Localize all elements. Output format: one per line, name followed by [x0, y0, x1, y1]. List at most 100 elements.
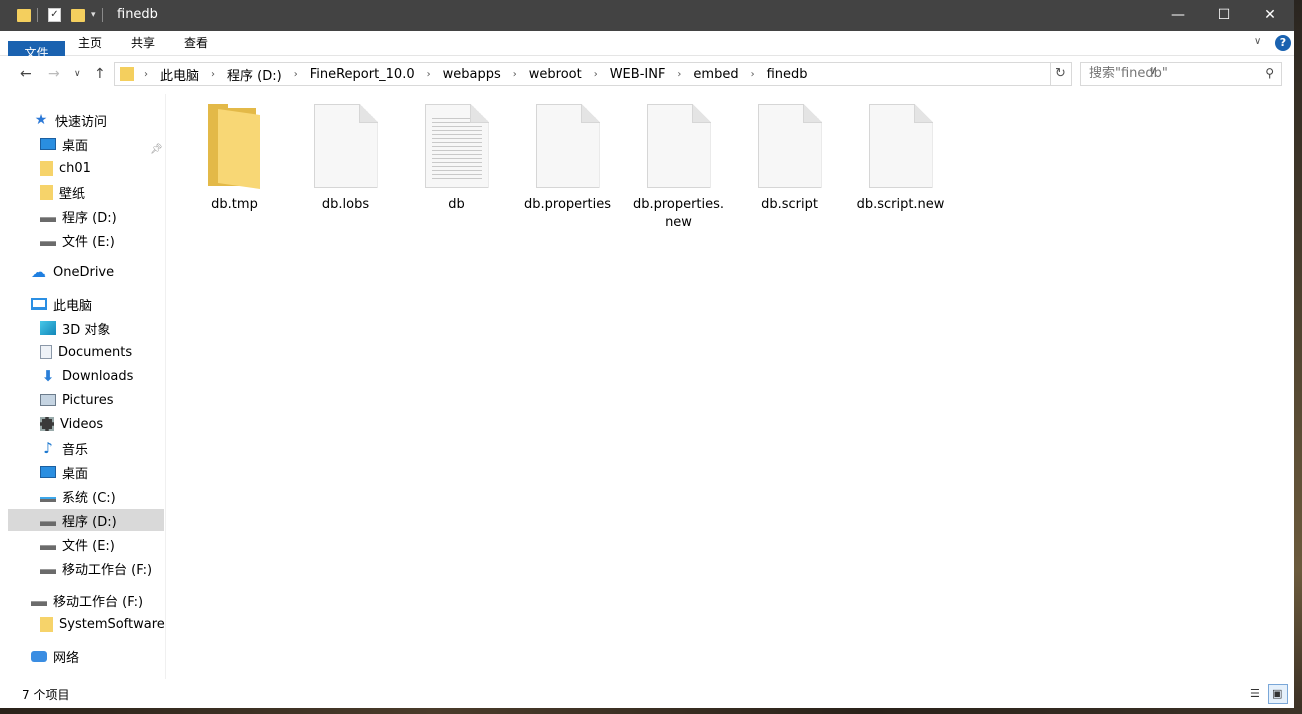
chevron-right-icon[interactable]: › — [144, 69, 148, 80]
sidebar-item-3d-objects[interactable]: 3D 对象 — [40, 317, 110, 339]
forward-icon[interactable]: → — [48, 66, 60, 82]
sidebar-item-removable-drive[interactable]: 移动工作台 (F:) — [31, 589, 143, 611]
large-icons-view-icon: ▣ — [1272, 687, 1283, 700]
address-bar[interactable]: › 此电脑 › 程序 (D:) › FineReport_10.0 › weba… — [114, 62, 1156, 86]
back-icon[interactable]: ← — [20, 66, 32, 82]
breadcrumb-item[interactable]: 此电脑 — [160, 65, 199, 84]
breadcrumb-item[interactable]: FineReport_10.0 — [310, 67, 415, 82]
chevron-right-icon[interactable]: › — [594, 69, 598, 80]
computer-icon — [31, 298, 47, 310]
new-folder-icon[interactable] — [71, 8, 85, 22]
sidebar-item-label: Pictures — [62, 392, 114, 408]
sidebar-item-systemsoftware[interactable]: SystemSoftware — [40, 613, 165, 635]
sidebar-item-label: ch01 — [59, 160, 91, 176]
chevron-right-icon[interactable]: › — [513, 69, 517, 80]
file-item[interactable]: db — [401, 104, 512, 214]
tab-view[interactable]: 查看 — [176, 31, 216, 56]
sidebar-item-label: SystemSoftware — [59, 616, 165, 632]
chevron-right-icon[interactable]: › — [677, 69, 681, 80]
sidebar-item-ch01[interactable]: ch01 — [40, 157, 91, 179]
file-item[interactable]: db.properties — [512, 104, 623, 214]
sidebar-item-label: 此电脑 — [53, 298, 93, 314]
file-item[interactable]: db.lobs — [290, 104, 401, 214]
chevron-right-icon[interactable]: › — [294, 69, 298, 80]
search-input[interactable] — [1089, 66, 1254, 81]
drive-icon — [40, 240, 56, 246]
sidebar-item-label: 系统 (C:) — [62, 490, 116, 506]
file-item[interactable]: db.properties.new — [623, 104, 734, 232]
search-box[interactable]: ⚲ — [1080, 62, 1282, 86]
status-bar: 7 个项目 ☰ ▣ — [0, 680, 1294, 708]
recent-locations-icon[interactable]: ∨ — [74, 69, 81, 79]
properties-icon[interactable]: ✓ — [48, 8, 61, 22]
sidebar-item-drive-e-pc[interactable]: 文件 (E:) — [40, 533, 115, 555]
breadcrumb-item[interactable]: embed — [693, 67, 738, 82]
sidebar-item-network[interactable]: 网络 — [31, 645, 79, 667]
sidebar-item-label: 3D 对象 — [62, 322, 111, 338]
navigation-bar: ← → ∨ ↑ › 此电脑 › 程序 (D:) › FineReport_10.… — [0, 56, 1294, 94]
file-item[interactable]: db.script.new — [845, 104, 956, 214]
breadcrumb-item[interactable]: 程序 (D:) — [227, 65, 282, 84]
drive-icon — [40, 568, 56, 574]
sidebar-item-videos[interactable]: Videos — [40, 413, 103, 435]
sidebar-item-music[interactable]: ♪ 音乐 — [40, 437, 88, 459]
file-item[interactable]: db.tmp — [179, 104, 290, 214]
desktop-icon — [40, 138, 56, 150]
pin-icon[interactable]: 📌︎ — [150, 144, 163, 155]
chevron-down-icon[interactable]: ∨ — [1254, 36, 1261, 47]
chevron-right-icon[interactable]: › — [751, 69, 755, 80]
sidebar-item-documents[interactable]: Documents — [40, 341, 132, 363]
breadcrumb-item[interactable]: finedb — [767, 67, 808, 82]
sidebar-item-drive-d-selected[interactable]: 程序 (D:) — [8, 509, 164, 531]
folder-icon — [40, 616, 53, 632]
search-icon[interactable]: ⚲ — [1265, 66, 1274, 80]
file-item[interactable]: db.script — [734, 104, 845, 214]
sidebar-item-this-pc[interactable]: 此电脑 — [31, 293, 92, 315]
details-view-icon: ☰ — [1250, 687, 1260, 700]
help-icon[interactable]: ? — [1275, 35, 1291, 51]
sidebar-item-pictures[interactable]: Pictures — [40, 389, 113, 411]
system-drive-icon — [40, 496, 56, 502]
sidebar-item-label: 移动工作台 (F:) — [62, 562, 153, 578]
folder-icon[interactable] — [17, 8, 31, 22]
sidebar-item-quick-access[interactable]: ★ 快速访问 — [33, 109, 107, 131]
refresh-icon: ↻ — [1055, 66, 1066, 81]
sidebar-item-onedrive[interactable]: ☁ OneDrive — [31, 261, 114, 283]
large-icons-view-button[interactable]: ▣ — [1268, 684, 1288, 704]
sidebar-item-drive-e[interactable]: 文件 (E:) — [40, 229, 115, 251]
sidebar-item-label: 壁纸 — [59, 186, 86, 202]
up-icon[interactable]: ↑ — [94, 66, 106, 82]
drive-icon — [40, 544, 56, 550]
sidebar-item-label: 快速访问 — [55, 114, 108, 130]
sidebar-item-label: 文件 (E:) — [62, 234, 115, 250]
sidebar-item-drive-f-pc[interactable]: 移动工作台 (F:) — [40, 557, 152, 579]
text-file-icon — [424, 104, 489, 188]
sidebar-item-desktop-pc[interactable]: 桌面 — [40, 461, 88, 483]
sidebar-item-label: OneDrive — [53, 264, 115, 280]
chevron-right-icon[interactable]: › — [211, 69, 215, 80]
sidebar-item-drive-d[interactable]: 程序 (D:) — [40, 205, 117, 227]
sidebar-item-downloads[interactable]: ⬇ Downloads — [40, 365, 134, 387]
download-icon: ⬇ — [41, 367, 55, 385]
tab-home[interactable]: 主页 — [70, 31, 110, 56]
breadcrumb-item[interactable]: WEB-INF — [610, 67, 666, 82]
folder-icon — [120, 67, 134, 81]
chevron-right-icon[interactable]: › — [427, 69, 431, 80]
quick-access-toolbar: ✓ ▾ — [17, 6, 103, 24]
minimize-button[interactable]: — — [1155, 0, 1201, 31]
close-button[interactable]: ✕ — [1247, 0, 1293, 31]
blank-file-icon — [313, 104, 378, 188]
refresh-button[interactable]: ↻ — [1050, 62, 1072, 86]
maximize-button[interactable]: ☐ — [1201, 0, 1247, 31]
details-view-button[interactable]: ☰ — [1246, 684, 1266, 704]
chevron-down-icon[interactable]: ▾ — [91, 10, 96, 20]
drive-icon — [40, 216, 56, 222]
tab-share[interactable]: 共享 — [123, 31, 163, 56]
file-name: db.script.new — [856, 197, 945, 212]
breadcrumb-item[interactable]: webroot — [529, 67, 582, 82]
sidebar-item-wallpaper[interactable]: 壁纸 — [40, 181, 85, 203]
sidebar-item-desktop[interactable]: 桌面 — [40, 133, 88, 155]
sidebar-item-drive-c[interactable]: 系统 (C:) — [40, 485, 116, 507]
breadcrumb-item[interactable]: webapps — [443, 67, 501, 82]
title-bar: ✓ ▾ finedb — ☐ ✕ — [0, 0, 1294, 31]
